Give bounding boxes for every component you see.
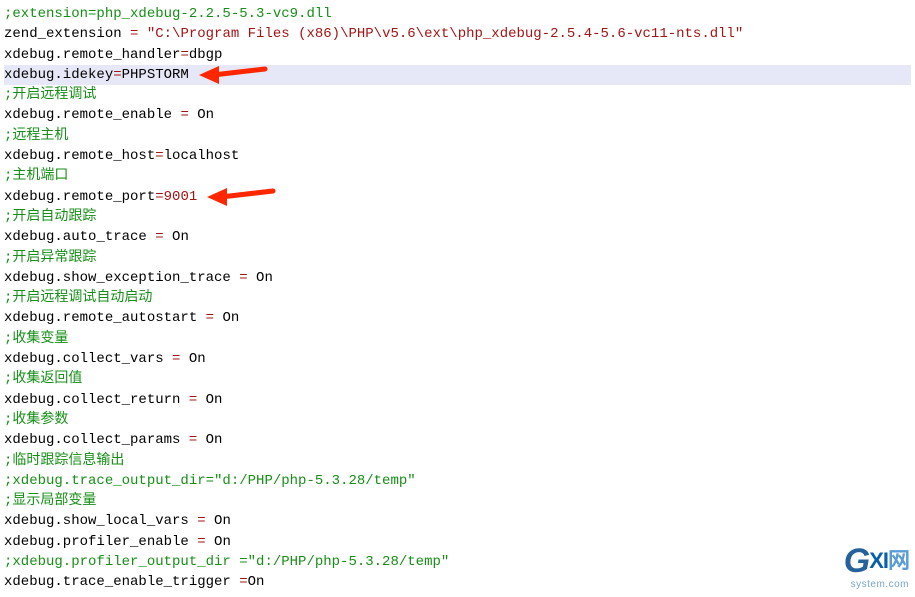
- config-key: xdebug.show_local_vars: [4, 513, 197, 529]
- code-line: ;收集变量: [4, 329, 911, 349]
- code-line: ;开启远程调试: [4, 85, 911, 105]
- comment-text: ;收集参数: [4, 412, 68, 428]
- comment-text: ;显示局部变量: [4, 493, 96, 509]
- code-line: xdebug.collect_params = On: [4, 430, 911, 450]
- code-line: xdebug.remote_port=9001: [4, 187, 911, 207]
- code-line: ;开启自动跟踪: [4, 207, 911, 227]
- equals-sign: =: [206, 310, 214, 326]
- comment-text: ;收集返回值: [4, 371, 82, 387]
- comment-text: ;开启远程调试: [4, 87, 96, 103]
- comment-text: ;收集变量: [4, 331, 68, 347]
- config-value: PHPSTORM: [122, 67, 189, 83]
- code-line: xdebug.remote_enable = On: [4, 105, 911, 125]
- config-value: "C:\Program Files (x86)\PHP\v5.6\ext\php…: [138, 26, 743, 42]
- config-key: xdebug.remote_autostart: [4, 310, 206, 326]
- code-line: xdebug.idekey=PHPSTORM: [4, 65, 911, 85]
- equals-sign: =: [197, 513, 205, 529]
- config-value: On: [164, 229, 189, 245]
- config-key: xdebug.show_exception_trace: [4, 270, 239, 286]
- code-line: xdebug.profiler_enable = On: [4, 532, 911, 552]
- config-value: 9001: [164, 189, 198, 205]
- config-key: xdebug.profiler_enable: [4, 534, 197, 550]
- code-line: ;开启远程调试自动启动: [4, 288, 911, 308]
- equals-sign: =: [113, 67, 121, 83]
- code-line: xdebug.remote_handler=dbgp: [4, 45, 911, 65]
- code-line: ;收集返回值: [4, 369, 911, 389]
- logo-xi: XI: [869, 548, 888, 573]
- code-line: ;远程主机: [4, 126, 911, 146]
- config-key: xdebug.collect_return: [4, 392, 189, 408]
- config-value: dbgp: [189, 47, 223, 63]
- equals-sign: =: [180, 47, 188, 63]
- config-key: xdebug.collect_vars: [4, 351, 172, 367]
- code-line: xdebug.remote_host=localhost: [4, 146, 911, 166]
- config-value: On: [206, 513, 231, 529]
- comment-text: ;extension=php_xdebug-2.2.5-5.3-vc9.dll: [4, 6, 332, 22]
- logo-wang: 网: [888, 548, 909, 573]
- code-line: ;xdebug.profiler_output_dir ="d:/PHP/php…: [4, 552, 911, 572]
- config-key: zend_extension: [4, 26, 130, 42]
- code-line: xdebug.auto_trace = On: [4, 227, 911, 247]
- code-line: xdebug.show_local_vars = On: [4, 511, 911, 531]
- equals-sign: =: [155, 189, 163, 205]
- code-line: ;临时跟踪信息输出: [4, 451, 911, 471]
- config-code-block: ;extension=php_xdebug-2.2.5-5.3-vc9.dllz…: [4, 4, 911, 593]
- logo-subtext: system.com: [844, 578, 909, 593]
- config-value: localhost: [164, 148, 240, 164]
- code-line: xdebug.collect_vars = On: [4, 349, 911, 369]
- code-line: ;开启异常跟踪: [4, 248, 911, 268]
- config-key: xdebug.remote_host: [4, 148, 155, 164]
- comment-text: ;主机端口: [4, 168, 68, 184]
- config-key: xdebug.remote_handler: [4, 47, 180, 63]
- equals-sign: =: [197, 534, 205, 550]
- annotation-arrow-icon: [203, 185, 283, 209]
- equals-sign: =: [239, 270, 247, 286]
- comment-text: ;xdebug.trace_output_dir="d:/PHP/php-5.3…: [4, 473, 416, 489]
- config-value: On: [189, 107, 214, 123]
- annotation-arrow-icon: [195, 63, 275, 87]
- watermark-logo: GXI网 system.com: [844, 533, 909, 593]
- comment-text: ;xdebug.profiler_output_dir ="d:/PHP/php…: [4, 554, 449, 570]
- code-line: ;extension=php_xdebug-2.2.5-5.3-vc9.dll: [4, 4, 911, 24]
- config-value: On: [214, 310, 239, 326]
- equals-sign: =: [155, 229, 163, 245]
- config-key: xdebug.auto_trace: [4, 229, 155, 245]
- code-line: ;显示局部变量: [4, 491, 911, 511]
- config-key: xdebug.remote_port: [4, 189, 155, 205]
- equals-sign: =: [189, 432, 197, 448]
- code-line: xdebug.trace_enable_trigger =On: [4, 572, 911, 592]
- config-value: On: [197, 392, 222, 408]
- comment-text: ;开启异常跟踪: [4, 250, 96, 266]
- config-key: xdebug.idekey: [4, 67, 113, 83]
- code-line: xdebug.remote_autostart = On: [4, 308, 911, 328]
- config-value: On: [248, 270, 273, 286]
- comment-text: ;远程主机: [4, 128, 68, 144]
- comment-text: ;开启远程调试自动启动: [4, 290, 152, 306]
- equals-sign: =: [189, 392, 197, 408]
- comment-text: ;开启自动跟踪: [4, 209, 96, 225]
- config-key: xdebug.collect_params: [4, 432, 189, 448]
- equals-sign: =: [155, 148, 163, 164]
- config-key: xdebug.remote_enable: [4, 107, 180, 123]
- code-line: xdebug.show_exception_trace = On: [4, 268, 911, 288]
- config-value: On: [197, 432, 222, 448]
- config-value: On: [180, 351, 205, 367]
- logo-g: G: [844, 542, 869, 580]
- code-line: zend_extension = "C:\Program Files (x86)…: [4, 24, 911, 44]
- code-line: ;主机端口: [4, 166, 911, 186]
- code-line: ;收集参数: [4, 410, 911, 430]
- equals-sign: =: [180, 107, 188, 123]
- code-line: ;xdebug.trace_output_dir="d:/PHP/php-5.3…: [4, 471, 911, 491]
- code-line: xdebug.collect_return = On: [4, 390, 911, 410]
- config-value: On: [206, 534, 231, 550]
- comment-text: ;临时跟踪信息输出: [4, 453, 124, 469]
